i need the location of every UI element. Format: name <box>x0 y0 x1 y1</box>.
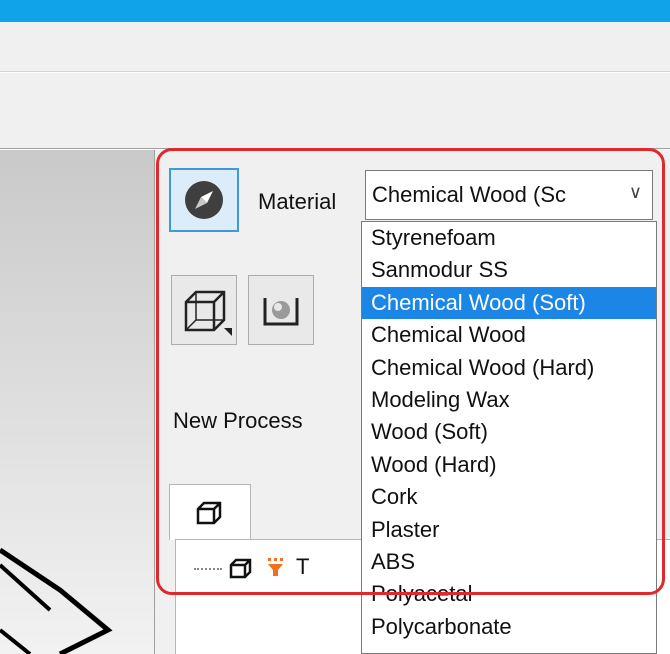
sphere-icon <box>263 298 299 326</box>
title-bar <box>0 0 670 22</box>
cube-icon <box>229 558 252 579</box>
material-label: Material <box>258 189 337 214</box>
material-button[interactable] <box>169 168 239 232</box>
material-dropdown-list[interactable]: Styrenefoam Sanmodur SS Chemical Wood (S… <box>361 221 657 654</box>
material-option[interactable]: Modeling Wax <box>362 384 656 416</box>
chevron-down-icon: ∨ <box>628 182 642 202</box>
tree-connector <box>194 568 222 570</box>
cube-icon <box>196 501 222 525</box>
compass-icon <box>185 181 223 219</box>
wireframe-view-button[interactable] <box>171 275 237 345</box>
model-wireframe <box>0 547 113 654</box>
material-select-value: Chemical Wood (Sc <box>372 182 566 207</box>
material-option[interactable]: Plaster <box>362 514 656 546</box>
material-option[interactable]: ABS <box>362 546 656 578</box>
material-option[interactable]: Wood (Soft) <box>362 416 656 448</box>
material-select[interactable]: Chemical Wood (Sc ∨ <box>365 170 653 220</box>
material-option[interactable]: Cork <box>362 481 656 513</box>
material-option-selected[interactable]: Chemical Wood (Soft) <box>362 286 656 320</box>
tab-model[interactable] <box>169 484 251 540</box>
new-process-label: New Process <box>173 408 303 433</box>
material-option[interactable]: Chemical Wood <box>362 319 656 351</box>
3d-viewport[interactable] <box>0 150 154 654</box>
tree-item-label[interactable]: T <box>296 554 309 580</box>
cube-icon <box>184 290 232 336</box>
material-option[interactable]: Wood (Hard) <box>362 449 656 481</box>
toolbar <box>0 73 670 149</box>
material-option[interactable]: Sanmodur SS <box>362 254 656 286</box>
material-option[interactable]: Styrenefoam <box>362 222 656 254</box>
material-option[interactable]: Polycarbonate <box>362 611 656 643</box>
surface-view-button[interactable] <box>248 275 314 345</box>
material-option[interactable]: Chemical Wood (Hard) <box>362 352 656 384</box>
menu-bar <box>0 22 670 72</box>
filter-icon <box>268 558 283 576</box>
material-option[interactable]: Polyacetal <box>362 578 656 610</box>
